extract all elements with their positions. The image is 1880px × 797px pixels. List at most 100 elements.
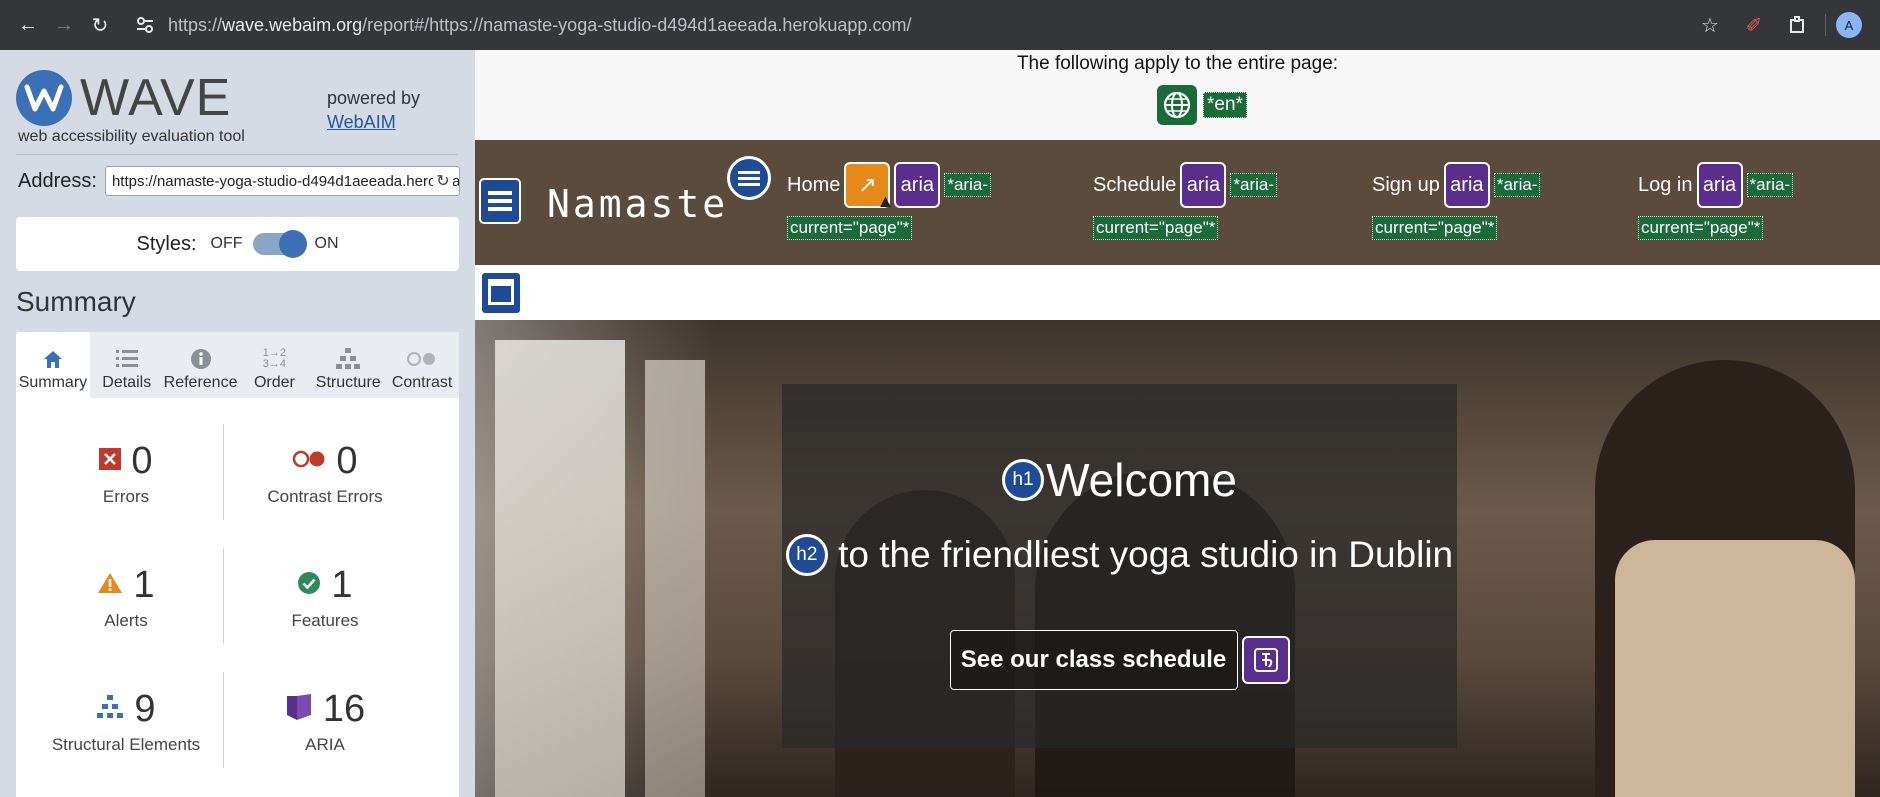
hero-subheading: h2 to the friendliest yoga studio in Dub… [782,532,1457,577]
aria-badge[interactable]: aria [1180,162,1227,208]
wave-logo-icon [16,70,72,126]
main-region-icon[interactable] [480,271,522,315]
nav-link-schedule[interactable]: Schedule [1093,174,1176,197]
hero-overlay-box: h1 Welcome h2 to the friendliest yoga stu… [782,384,1457,748]
address-input[interactable]: https://namaste-yoga-studio-d494d1aeeada… [104,166,460,196]
redundant-link-alert-icon[interactable]: ↗ ▲ [844,162,894,211]
h2-badge[interactable]: h2 [785,534,828,577]
site-info-icon[interactable] [132,15,158,35]
sidebar-tabs: Summary Details Reference 1→2 3→4 Order S… [16,332,459,398]
hero-subtitle: to the friendliest yoga studio in Dublin [838,534,1454,576]
cta-row: See our class schedule [782,630,1457,690]
aria-current-tag: current="page"* [1372,216,1498,240]
powered-by-text: powered by [327,88,421,108]
summary-heading: Summary [16,286,136,317]
aria-badge[interactable]: aria [1696,162,1743,208]
styles-toggle-panel: Styles: OFF ON [16,217,459,271]
errors-label: Errors [102,487,150,506]
hero-title: Welcome [1046,453,1237,506]
features-count: 1 [331,564,353,606]
tab-structure[interactable]: Structure [311,332,385,398]
tab-order[interactable]: 1→2 3→4 Order [237,332,311,398]
aria-badge[interactable]: aria [894,162,941,208]
contrast-errors-label: Contrast Errors [267,487,383,506]
nav-item-schedule: Schedule aria *aria- current="page"* [1093,162,1278,240]
styles-label: Styles: [136,232,197,255]
alerts-label: Alerts [104,611,148,630]
tab-contrast[interactable]: Contrast [385,332,459,398]
address-input-value: https://namaste-yoga-studio-d494d1aeeada… [111,172,460,190]
stat-aria[interactable]: 16 ARIA [225,688,425,755]
toolbar-divider [1825,14,1826,36]
reload-icon[interactable]: ↻ [82,7,118,43]
aria-button-icon[interactable] [1241,636,1290,684]
nav-link-home[interactable]: Home [787,174,840,197]
wave-logo-text: WAVE [80,69,232,127]
extensions-puzzle-icon[interactable] [1781,7,1815,43]
tab-summary-label: Summary [18,374,88,391]
back-icon[interactable]: ← [10,7,46,43]
contrast-error-icon [292,450,326,473]
wave-sidebar: WAVE web accessibility evaluation tool p… [0,50,475,797]
lang-tag: *en* [1203,92,1247,118]
styles-on-label: ON [314,235,339,252]
list-region-icon[interactable] [727,156,771,200]
site-navbar: Namaste Home ↗ ▲ aria *aria- current="pag… [475,140,1880,265]
stat-structural-elements[interactable]: 9 Structural Elements [26,688,226,755]
stat-features[interactable]: 1 Features [225,564,425,631]
forward-icon[interactable]: → [46,7,82,43]
aria-current-tag: current="page"* [1638,216,1764,240]
styles-off-label: OFF [210,235,243,252]
address-bar[interactable]: https://wave.webaim.org/report#/https://… [132,15,911,36]
extension-pen-icon[interactable]: ✐ [1737,7,1771,43]
alert-icon [97,572,123,599]
hero-heading: h1 Welcome [782,449,1457,507]
tab-details-label: Details [102,374,152,391]
contrast-errors-count: 0 [336,440,358,482]
stat-contrast-errors[interactable]: 0 Contrast Errors [225,440,425,507]
alerts-count: 1 [133,564,155,606]
nav-link-log-in[interactable]: Log in [1638,174,1693,197]
stat-errors[interactable]: 0 Errors [26,440,226,507]
order-icon: 1→2 3→4 [262,347,287,370]
header-region-icon[interactable] [479,178,521,224]
stat-alerts[interactable]: 1 Alerts [26,564,226,631]
tab-summary[interactable]: Summary [16,332,90,398]
summary-stats: 0 Errors 0 Contrast Errors 1 Alerts 1 Fe… [16,398,459,797]
structural-count: 9 [134,688,156,730]
info-icon [190,344,212,374]
site-brand[interactable]: Namaste [547,182,728,226]
error-icon [99,448,122,475]
structure-icon [336,344,361,374]
h1-badge[interactable]: h1 [1002,458,1045,501]
refresh-icon[interactable]: ↻ [432,171,453,191]
bookmark-star-icon[interactable]: ☆ [1693,7,1727,43]
aria-current-tag: *aria- [944,173,991,197]
address-row: Address: https://namaste-yoga-studio-d49… [18,166,460,196]
home-icon [42,344,64,374]
webaim-link[interactable]: WebAIM [327,112,396,132]
contrast-icon [407,344,437,374]
wave-subtitle: web accessibility evaluation tool [18,128,245,145]
tab-reference-label: Reference [163,374,238,391]
globe-icon[interactable] [1157,85,1197,125]
hero-background-window [495,340,625,797]
profile-avatar[interactable]: A [1836,12,1862,38]
url-text: https://wave.webaim.org/report#/https://… [168,14,912,35]
aria-icon [285,693,313,726]
tab-structure-label: Structure [315,374,381,391]
aria-badge[interactable]: aria [1443,162,1490,208]
nav-link-sign-up[interactable]: Sign up [1372,174,1440,197]
styles-toggle[interactable] [252,230,307,258]
aria-count: 16 [322,688,366,730]
tab-details[interactable]: Details [90,332,164,398]
see-schedule-button[interactable]: See our class schedule [949,630,1238,690]
structural-label: Structural Elements [51,735,201,754]
hero-background-window [645,360,705,797]
entire-page-panel: The following apply to the entire page: … [475,50,1880,140]
sidebar-divider [16,154,458,155]
tab-reference[interactable]: Reference [163,332,238,398]
main-region-strip [475,265,1880,320]
nav-item-home: Home ↗ ▲ aria *aria- current="page"* [787,162,991,240]
list-icon [115,344,138,374]
